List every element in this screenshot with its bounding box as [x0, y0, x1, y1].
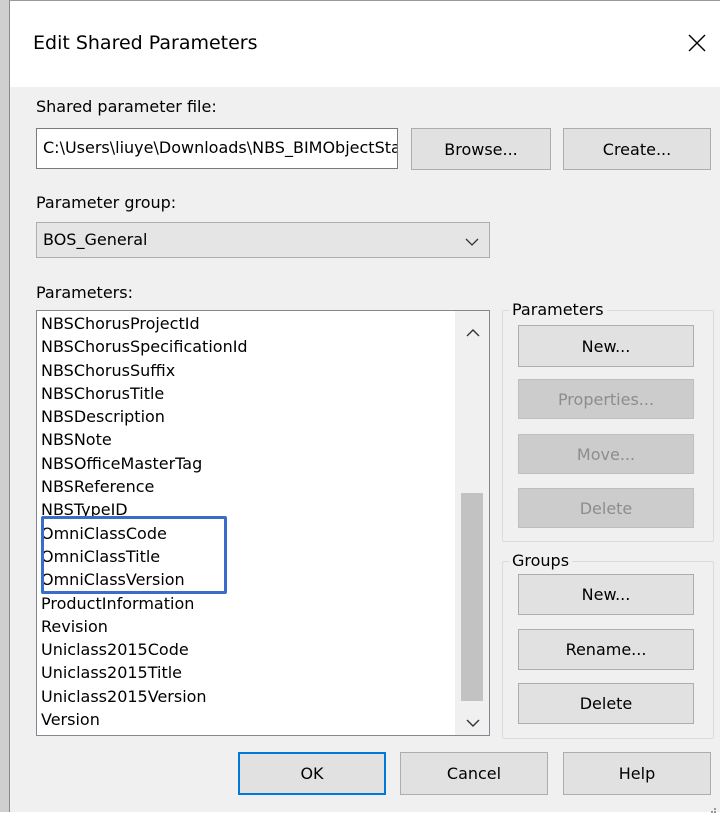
list-item[interactable]: ProductInformation [41, 592, 447, 615]
ok-button[interactable]: OK [238, 752, 386, 795]
list-item[interactable]: Uniclass2015Version [41, 685, 447, 708]
properties-button[interactable]: Properties... [518, 379, 694, 419]
groups-groupbox-title: Groups [509, 551, 573, 570]
shared-parameter-file-path[interactable]: C:\Users\liuye\Downloads\NBS_BIMObjectSt… [36, 128, 398, 169]
move-button[interactable]: Move... [518, 434, 694, 474]
omniclass-highlight-box [41, 516, 227, 594]
delete-group-button[interactable]: Delete [518, 683, 694, 724]
new-parameter-button[interactable]: New... [518, 325, 694, 367]
list-item[interactable]: Version [41, 708, 447, 731]
close-icon[interactable] [686, 32, 708, 54]
edit-shared-parameters-dialog: Edit Shared Parameters Shared parameter … [9, 0, 720, 813]
parameter-group-select[interactable]: BOS_General [36, 222, 490, 258]
parameter-group-label: Parameter group: [36, 193, 177, 212]
delete-parameter-button[interactable]: Delete [518, 488, 694, 528]
resize-grip-icon[interactable] [707, 799, 717, 813]
list-item[interactable]: Uniclass2015Code [41, 638, 447, 661]
list-item[interactable]: NBSChorusSuffix [41, 359, 447, 382]
parameters-groupbox-title: Parameters [509, 300, 607, 319]
window-title: Edit Shared Parameters [33, 32, 258, 54]
desktop-background [0, 0, 9, 812]
list-item[interactable]: NBSDescription [41, 405, 447, 428]
list-item[interactable]: NBSNote [41, 428, 447, 451]
help-button[interactable]: Help [563, 752, 711, 795]
rename-group-button[interactable]: Rename... [518, 629, 694, 670]
list-item[interactable]: NBSChorusTitle [41, 382, 447, 405]
browse-button[interactable]: Browse... [411, 128, 551, 170]
shared-parameter-file-label: Shared parameter file: [36, 97, 217, 116]
parameters-list-label: Parameters: [36, 283, 133, 302]
parameter-group-selected-value: BOS_General [43, 230, 148, 249]
chevron-down-icon[interactable] [466, 713, 480, 727]
chevron-down-icon [465, 233, 479, 246]
list-scrollbar[interactable] [455, 311, 489, 735]
chevron-up-icon[interactable] [466, 323, 480, 337]
list-item[interactable]: NBSOfficeMasterTag [41, 452, 447, 475]
list-item[interactable]: NBSChorusProjectId [41, 312, 447, 335]
list-item[interactable]: Revision [41, 615, 447, 638]
title-bar: Edit Shared Parameters [10, 1, 720, 87]
cancel-button[interactable]: Cancel [400, 752, 548, 795]
list-item[interactable]: Uniclass2015Title [41, 661, 447, 684]
list-item[interactable]: NBSReference [41, 475, 447, 498]
new-group-button[interactable]: New... [518, 574, 694, 615]
create-button[interactable]: Create... [563, 128, 711, 170]
list-item[interactable]: NBSChorusSpecificationId [41, 335, 447, 358]
scrollbar-thumb[interactable] [461, 493, 483, 701]
